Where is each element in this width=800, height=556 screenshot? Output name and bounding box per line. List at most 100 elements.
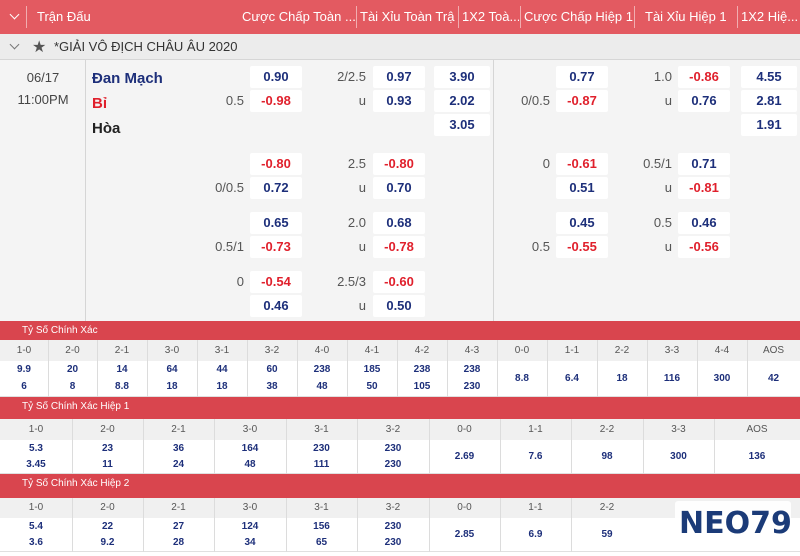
score-odds[interactable]: 5.4 [0,521,72,532]
score-odds[interactable]: 14 [97,364,147,375]
odds-h1-ah-home[interactable]: -0.61 [556,153,608,175]
score-odds[interactable]: 18 [147,381,197,392]
odds-h1-ah-home[interactable]: 0.45 [556,212,608,234]
header-ou-fulltime[interactable]: Tài Xỉu Toàn Trận [360,0,455,34]
chevron-down-icon[interactable] [9,39,20,50]
odds-ft-ou-over[interactable]: 0.68 [373,212,425,234]
score-odds[interactable]: 124 [214,521,286,532]
odds-ft-ah-away[interactable]: 0.72 [250,177,302,199]
score-odds[interactable]: 8.8 [497,361,547,397]
odds-ft-1[interactable]: 3.90 [434,66,490,88]
score-odds[interactable]: 42 [747,361,800,397]
score-odds[interactable]: 185 [347,364,397,375]
score-odds[interactable]: 50 [347,381,397,392]
score-odds[interactable]: 8 [48,381,97,392]
odds-ft-ou-under[interactable]: -0.78 [373,236,425,258]
odds-h1-ou-under[interactable]: -0.56 [678,236,730,258]
header-1x2-fulltime[interactable]: 1X2 Toà... [462,0,519,34]
score-odds[interactable]: 2.85 [429,518,500,552]
score-odds[interactable]: 136 [714,440,800,474]
score-odds[interactable]: 116 [647,361,697,397]
score-odds[interactable]: 65 [286,537,357,548]
collapse-all-chevron-icon[interactable] [9,9,20,20]
away-team[interactable]: Bỉ [92,95,107,112]
odds-h1-ou-under[interactable]: 0.76 [678,90,730,112]
header-ah-fulltime[interactable]: Cược Chấp Toàn ... [242,0,357,34]
score-odds[interactable]: 230 [357,443,429,454]
score-odds[interactable]: 238 [297,364,347,375]
odds-h1-2[interactable]: 2.81 [741,90,797,112]
score-odds[interactable]: 48 [214,459,286,470]
odds-h1-ou-over[interactable]: 0.46 [678,212,730,234]
league-row[interactable]: ★ *GIẢI VÔ ĐỊCH CHÂU ÂU 2020 [0,34,800,60]
score-odds[interactable]: 38 [247,381,297,392]
score-odds[interactable]: 3.6 [0,537,72,548]
score-odds[interactable]: 164 [214,443,286,454]
odds-ft-ou-over[interactable]: -0.80 [373,153,425,175]
score-odds[interactable]: 230 [357,537,429,548]
score-odds[interactable]: 156 [286,521,357,532]
score-odds[interactable]: 6.9 [500,518,571,552]
score-odds[interactable]: 230 [286,443,357,454]
odds-ft-ah-home[interactable]: 0.65 [250,212,302,234]
score-odds[interactable]: 230 [357,521,429,532]
odds-h1-1[interactable]: 4.55 [741,66,797,88]
score-odds[interactable]: 230 [447,381,497,392]
odds-h1-ou-under[interactable]: -0.81 [678,177,730,199]
score-odds[interactable]: 9.2 [72,537,143,548]
odds-h1-ah-away[interactable]: -0.87 [556,90,608,112]
odds-ft-ah-home[interactable]: 0.90 [250,66,302,88]
odds-ft-ou-under[interactable]: 0.93 [373,90,425,112]
score-odds[interactable]: 36 [143,443,214,454]
score-odds[interactable]: 5.3 [0,443,72,454]
score-odds[interactable]: 44 [197,364,247,375]
score-odds[interactable]: 8.8 [97,381,147,392]
score-odds[interactable]: 18 [197,381,247,392]
header-ah-half1[interactable]: Cược Chấp Hiệp 1 [524,0,634,34]
score-odds[interactable]: 60 [247,364,297,375]
odds-h1-ou-over[interactable]: 0.71 [678,153,730,175]
score-odds[interactable]: 98 [571,440,643,474]
section-correct-score[interactable]: Tỷ Số Chính Xác [0,321,800,340]
score-odds[interactable]: 6 [0,381,48,392]
odds-ft-ou-over[interactable]: -0.60 [373,271,425,293]
odds-ft-ah-home[interactable]: -0.80 [250,153,302,175]
odds-h1-ah-away[interactable]: -0.55 [556,236,608,258]
score-odds[interactable]: 300 [643,440,714,474]
home-team[interactable]: Đan Mạch [92,70,163,87]
odds-h1-ou-over[interactable]: -0.86 [678,66,730,88]
score-odds[interactable]: 6.4 [547,361,597,397]
score-odds[interactable]: 24 [143,459,214,470]
score-odds[interactable]: 22 [72,521,143,532]
score-odds[interactable]: 34 [214,537,286,548]
score-odds[interactable]: 28 [143,537,214,548]
score-odds[interactable]: 20 [48,364,97,375]
score-odds[interactable]: 9.9 [0,364,48,375]
score-odds[interactable]: 7.6 [500,440,571,474]
score-odds[interactable]: 3.45 [0,459,72,470]
odds-ft-ou-over[interactable]: 0.97 [373,66,425,88]
score-odds[interactable]: 238 [447,364,497,375]
score-odds[interactable]: 23 [72,443,143,454]
odds-ft-2[interactable]: 2.02 [434,90,490,112]
score-odds[interactable]: 111 [286,459,357,470]
header-ou-half1[interactable]: Tài Xỉu Hiệp 1 [645,0,735,34]
score-odds[interactable]: 64 [147,364,197,375]
score-odds[interactable]: 48 [297,381,347,392]
star-icon[interactable]: ★ [32,37,46,57]
odds-ft-ou-under[interactable]: 0.50 [373,295,425,317]
score-odds[interactable]: 230 [357,459,429,470]
odds-ft-ah-away[interactable]: -0.73 [250,236,302,258]
odds-ft-ah-away[interactable]: 0.46 [250,295,302,317]
section-correct-score-half1[interactable]: Tỷ Số Chính Xác Hiệp 1 [0,397,800,419]
score-odds[interactable]: 59 [571,518,643,552]
odds-ft-x[interactable]: 3.05 [434,114,490,136]
score-odds[interactable]: 27 [143,521,214,532]
odds-h1-ah-away[interactable]: 0.51 [556,177,608,199]
score-odds[interactable]: 11 [72,459,143,470]
odds-ft-ah-away[interactable]: -0.98 [250,90,302,112]
score-odds[interactable]: 300 [697,361,747,397]
score-odds[interactable]: 18 [597,361,647,397]
odds-h1-ah-home[interactable]: 0.77 [556,66,608,88]
score-odds[interactable]: 105 [397,381,447,392]
